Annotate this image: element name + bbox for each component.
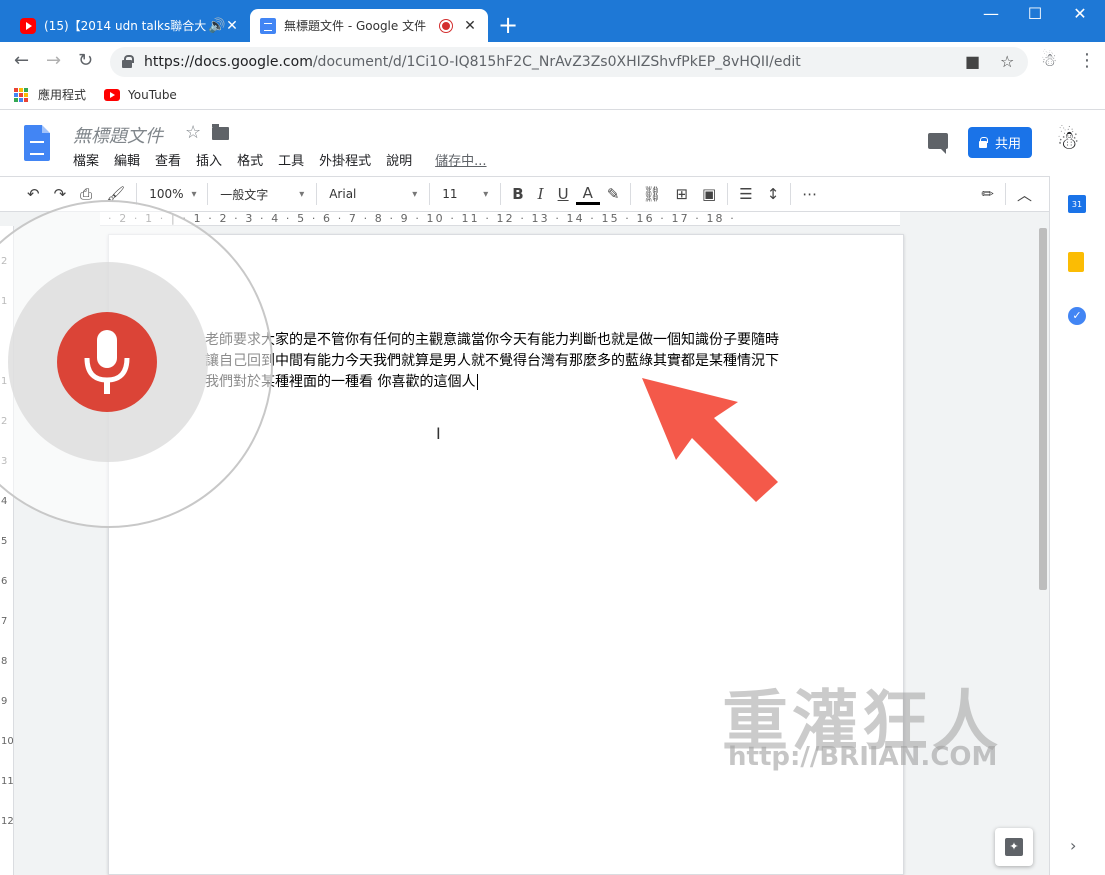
font-size-select[interactable]: 11 xyxy=(434,187,496,201)
avatar[interactable]: ☃ xyxy=(1054,126,1082,160)
bookmark-youtube[interactable]: YouTube xyxy=(128,88,177,102)
close-window-icon[interactable]: ✕ xyxy=(1057,4,1103,23)
share-label: 共用 xyxy=(994,137,1021,152)
more-icon[interactable]: ⋯ xyxy=(795,185,824,203)
microphone-icon xyxy=(84,330,130,394)
docs-header: 無標題文件 ☆ 檔案 編輯 查看 插入 格式 工具 外掛程式 說明 儲存中...… xyxy=(0,110,1105,176)
google-docs-logo-icon[interactable] xyxy=(24,125,50,161)
text-color-icon[interactable]: A xyxy=(575,184,600,205)
style-select[interactable]: 一般文字 xyxy=(212,186,312,203)
bookmark-star-icon[interactable]: ☆ xyxy=(1000,52,1014,71)
bookmarks-bar: 應用程式 YouTube xyxy=(0,80,1105,110)
youtube-icon xyxy=(104,88,121,101)
youtube-favicon-icon xyxy=(20,17,36,34)
menu-bar: 檔案 編輯 查看 插入 格式 工具 外掛程式 說明 儲存中... xyxy=(73,150,502,169)
toolbar-divider xyxy=(790,183,792,205)
menu-help[interactable]: 說明 xyxy=(386,150,412,169)
menu-file[interactable]: 檔案 xyxy=(73,150,99,169)
collapse-chevron-icon[interactable]: ︿ xyxy=(1010,184,1039,205)
link-icon[interactable]: ⛓ xyxy=(635,185,668,203)
explore-icon: ✦ xyxy=(1005,838,1023,856)
tasks-icon[interactable]: ✓ xyxy=(1068,307,1086,325)
document-title[interactable]: 無標題文件 xyxy=(73,122,163,148)
tab-youtube[interactable]: (15)【2014 udn talks聯合大 🔊 ✕ xyxy=(10,9,250,42)
new-tab-button[interactable]: + xyxy=(498,13,518,37)
align-icon[interactable]: ☰ xyxy=(732,185,759,203)
toolbar-divider xyxy=(727,183,729,205)
speaker-icon: 🔊 xyxy=(208,17,226,34)
apps-grid-icon xyxy=(14,87,28,102)
star-icon[interactable]: ☆ xyxy=(185,122,201,143)
toolbar-divider xyxy=(316,183,318,205)
menu-dots-icon[interactable]: ⋮ xyxy=(1078,50,1096,71)
font-select[interactable]: Arial xyxy=(321,187,425,201)
close-tab-icon[interactable]: ✕ xyxy=(224,18,240,34)
reload-icon[interactable]: ↻ xyxy=(78,50,93,71)
toolbar-divider xyxy=(207,183,209,205)
side-panel xyxy=(1049,176,1105,875)
italic-icon[interactable]: I xyxy=(531,185,551,203)
comment-icon[interactable] xyxy=(928,133,948,154)
bold-icon[interactable]: B xyxy=(505,185,530,203)
voice-typing-mic-button[interactable] xyxy=(57,312,157,412)
insert-image-icon[interactable]: ▣ xyxy=(695,185,723,203)
maximize-icon[interactable]: ☐ xyxy=(1012,4,1058,23)
profile-icon[interactable]: ☃ xyxy=(1041,50,1057,71)
tab-title: 無標題文件 - Google 文件 xyxy=(284,19,427,33)
toolbar-divider xyxy=(500,183,502,205)
keep-icon[interactable] xyxy=(1068,252,1084,272)
menu-tools[interactable]: 工具 xyxy=(278,150,304,169)
horizontal-ruler[interactable]: · 2 · 1 · | · 1 · 2 · 3 · 4 · 5 · 6 · 7 … xyxy=(100,212,900,226)
menu-format[interactable]: 格式 xyxy=(237,150,263,169)
text-caret xyxy=(477,374,479,390)
redo-icon[interactable]: ↷ xyxy=(47,185,74,203)
scrollbar-thumb[interactable] xyxy=(1039,228,1047,590)
undo-icon[interactable]: ↶ xyxy=(20,185,47,203)
expand-chevron-icon[interactable]: › xyxy=(1070,836,1076,855)
lock-icon xyxy=(978,136,988,148)
bookmark-apps[interactable]: 應用程式 xyxy=(38,86,86,103)
share-button[interactable]: 共用 xyxy=(968,127,1032,158)
menu-addons[interactable]: 外掛程式 xyxy=(319,150,371,169)
toolbar-divider xyxy=(630,183,632,205)
forward-arrow-icon[interactable]: → xyxy=(46,50,61,71)
toolbar-divider xyxy=(429,183,431,205)
line-spacing-icon[interactable]: ↕ xyxy=(760,185,787,203)
toolbar-divider xyxy=(1004,183,1006,205)
address-bar[interactable]: https://docs.google.com/document/d/1Ci1O… xyxy=(110,47,1028,77)
navigation-bar: ← → ↻ https://docs.google.com/document/d… xyxy=(0,42,1105,80)
underline-icon[interactable]: U xyxy=(551,185,576,203)
camera-icon[interactable]: ■ xyxy=(965,52,980,71)
url-text: https://docs.google.com/document/d/1Ci1O… xyxy=(144,54,801,70)
back-arrow-icon[interactable]: ← xyxy=(14,50,29,71)
recording-icon xyxy=(440,19,452,32)
save-status: 儲存中... xyxy=(435,154,487,169)
annotation-arrow-icon xyxy=(642,378,778,502)
zoom-select[interactable]: 100% xyxy=(141,187,203,201)
docs-favicon-icon xyxy=(260,17,276,34)
lock-icon xyxy=(122,55,134,68)
menu-edit[interactable]: 編輯 xyxy=(114,150,140,169)
menu-view[interactable]: 查看 xyxy=(155,150,181,169)
tab-title: (15)【2014 udn talks聯合大 xyxy=(44,19,207,33)
calendar-icon[interactable]: 31 xyxy=(1068,195,1086,213)
folder-icon[interactable] xyxy=(212,124,229,140)
minimize-icon[interactable]: — xyxy=(968,4,1014,23)
browser-titlebar: (15)【2014 udn talks聯合大 🔊 ✕ 無標題文件 - Googl… xyxy=(0,0,1105,42)
highlight-icon[interactable]: ✎ xyxy=(600,185,627,203)
close-tab-icon[interactable]: ✕ xyxy=(462,18,478,34)
insert-comment-icon[interactable]: ⊞ xyxy=(668,185,695,203)
menu-insert[interactable]: 插入 xyxy=(196,150,222,169)
tab-google-docs[interactable]: 無標題文件 - Google 文件 ✕ xyxy=(250,9,488,42)
editing-mode-icon[interactable]: ✏ xyxy=(974,185,1001,203)
text-line: 老師要求大家的是不管你有任何的主觀意識當你今天有能力判斷也就是做一個知識份子要隨… xyxy=(205,332,779,348)
explore-button[interactable]: ✦ xyxy=(995,828,1033,866)
watermark-url: http://BRIIAN.COM xyxy=(728,742,998,772)
ibeam-cursor-icon: I xyxy=(436,424,441,443)
